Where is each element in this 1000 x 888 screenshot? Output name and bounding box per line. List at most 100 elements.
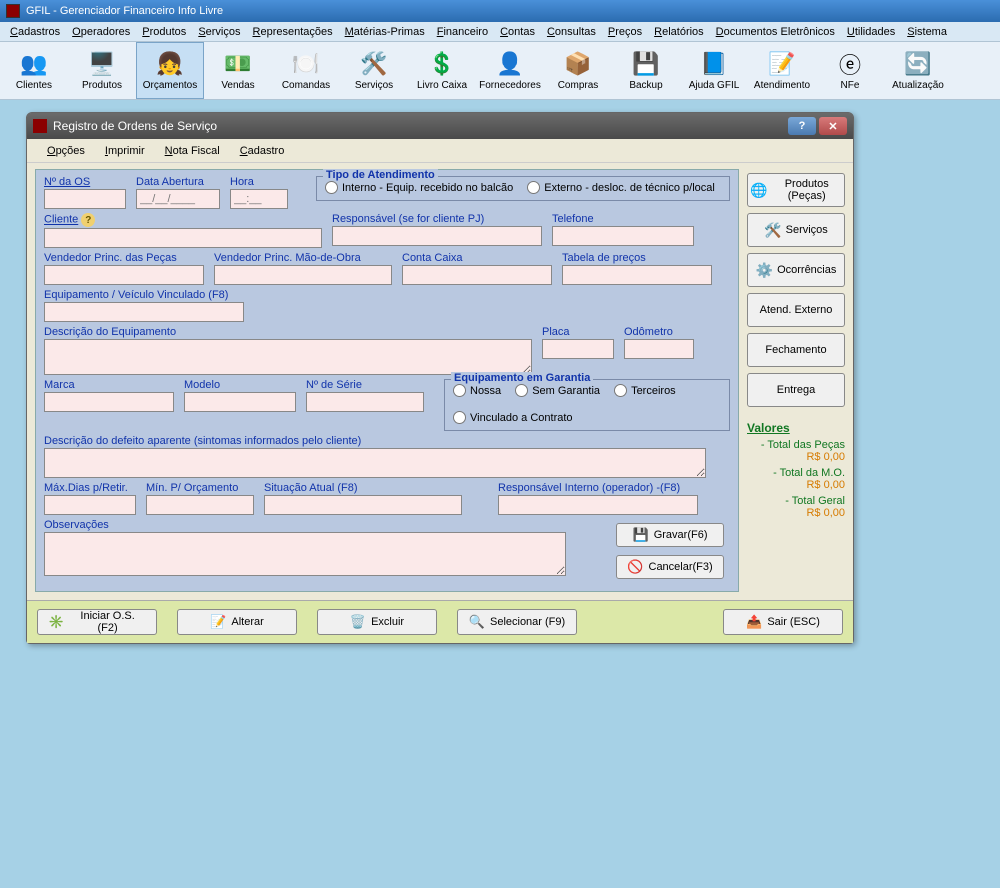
dlg-menu-op-es[interactable]: Opções <box>37 143 95 159</box>
resp-interno-input[interactable] <box>498 495 698 515</box>
toolbar-servi-os[interactable]: 🛠️Serviços <box>340 42 408 99</box>
edit-icon: 📝 <box>210 614 226 630</box>
marca-input[interactable] <box>44 392 174 412</box>
gravar-button[interactable]: 💾Gravar(F6) <box>616 523 724 547</box>
toolbar-icon: 🛠️ <box>358 50 390 78</box>
desc-equip-input[interactable] <box>44 339 532 375</box>
desc-defeito-input[interactable] <box>44 448 706 478</box>
toolbar-atendimento[interactable]: 📝Atendimento <box>748 42 816 99</box>
sair-button[interactable]: 📤Sair (ESC) <box>723 609 843 635</box>
modelo-input[interactable] <box>184 392 296 412</box>
cliente-input[interactable] <box>44 228 322 248</box>
num-os-input[interactable] <box>44 189 126 209</box>
radio-terceiros[interactable]: Terceiros <box>614 384 676 397</box>
min-orc-input[interactable] <box>146 495 254 515</box>
toolbar-clientes[interactable]: 👥Clientes <box>0 42 68 99</box>
dialog-close-button[interactable]: ✕ <box>819 117 847 135</box>
dialog-help-button[interactable]: ? <box>788 117 816 135</box>
selecionar-button[interactable]: 🔍Selecionar (F9) <box>457 609 577 635</box>
menu-pre-os[interactable]: Preços <box>602 24 648 40</box>
side-atend-externo-button[interactable]: Atend. Externo <box>747 293 845 327</box>
menu-mat-rias-primas[interactable]: Matérias-Primas <box>339 24 431 40</box>
toolbar-fornecedores[interactable]: 👤Fornecedores <box>476 42 544 99</box>
desktop-area: Registro de Ordens de Serviço ? ✕ Opções… <box>0 100 1000 888</box>
odometro-input[interactable] <box>624 339 694 359</box>
radio-nossa[interactable]: Nossa <box>453 384 501 397</box>
vend-pecas-input[interactable] <box>44 265 204 285</box>
responsavel-pj-input[interactable] <box>332 226 542 246</box>
menu-sistema[interactable]: Sistema <box>901 24 953 40</box>
dlg-menu-cadastro[interactable]: Cadastro <box>230 143 295 159</box>
vend-mo-input[interactable] <box>214 265 392 285</box>
dlg-menu-imprimir[interactable]: Imprimir <box>95 143 155 159</box>
exit-icon: 📤 <box>746 614 762 630</box>
menu-cadastros[interactable]: Cadastros <box>4 24 66 40</box>
trash-icon: 🗑️ <box>350 614 366 630</box>
radio-sem-garantia[interactable]: Sem Garantia <box>515 384 600 397</box>
menu-servi-os[interactable]: Serviços <box>192 24 246 40</box>
label-telefone: Telefone <box>552 213 694 225</box>
toolbar-icon: 👥 <box>18 50 50 78</box>
menu-contas[interactable]: Contas <box>494 24 541 40</box>
toolbar-livro-caixa[interactable]: 💲Livro Caixa <box>408 42 476 99</box>
radio-externo[interactable]: Externo - desloc. de técnico p/local <box>527 181 715 194</box>
label-situacao: Situação Atual (F8) <box>264 482 462 494</box>
conta-caixa-input[interactable] <box>402 265 552 285</box>
label-cliente[interactable]: Cliente <box>44 214 78 226</box>
toolbar-atualiza-o[interactable]: 🔄Atualização <box>884 42 952 99</box>
dlg-menu-nota-fiscal[interactable]: Nota Fiscal <box>155 143 230 159</box>
side-entrega-button[interactable]: Entrega <box>747 373 845 407</box>
toolbar-ajuda-gfil[interactable]: 📘Ajuda GFIL <box>680 42 748 99</box>
menu-documentos-eletr-nicos[interactable]: Documentos Eletrônicos <box>710 24 841 40</box>
menu-financeiro[interactable]: Financeiro <box>431 24 494 40</box>
val-pecas-label: - Total das Peças <box>761 439 845 451</box>
observacoes-input[interactable] <box>44 532 566 576</box>
toolbar-backup[interactable]: 💾Backup <box>612 42 680 99</box>
situacao-input[interactable] <box>264 495 462 515</box>
menu-relat-rios[interactable]: Relatórios <box>648 24 710 40</box>
label-num-os[interactable]: Nº da OS <box>44 176 90 188</box>
menu-representa-es[interactable]: Representações <box>247 24 339 40</box>
toolbar-comandas[interactable]: 🍽️Comandas <box>272 42 340 99</box>
equip-vinc-input[interactable] <box>44 302 244 322</box>
side-produtos-button[interactable]: 🌐Produtos (Peças) <box>747 173 845 207</box>
toolbar-nfe[interactable]: ⓔNFe <box>816 42 884 99</box>
hora-input[interactable] <box>230 189 288 209</box>
label-responsavel-pj: Responsável (se for cliente PJ) <box>332 213 542 225</box>
iniciar-os-button[interactable]: ✳️Iniciar O.S. (F2) <box>37 609 157 635</box>
max-dias-input[interactable] <box>44 495 136 515</box>
label-placa: Placa <box>542 326 614 338</box>
telefone-input[interactable] <box>552 226 694 246</box>
help-icon[interactable]: ? <box>81 213 95 227</box>
app-title: GFIL - Gerenciador Financeiro Info Livre <box>26 5 994 17</box>
placa-input[interactable] <box>542 339 614 359</box>
tabela-precos-input[interactable] <box>562 265 712 285</box>
label-equip-vinc: Equipamento / Veículo Vinculado (F8) <box>44 289 244 301</box>
side-servicos-button[interactable]: 🛠️Serviços <box>747 213 845 247</box>
num-serie-input[interactable] <box>306 392 424 412</box>
menu-operadores[interactable]: Operadores <box>66 24 136 40</box>
side-ocorrencias-button[interactable]: ⚙️Ocorrências <box>747 253 845 287</box>
toolbar-or-amentos[interactable]: 👧Orçamentos <box>136 42 204 99</box>
side-fechamento-button[interactable]: Fechamento <box>747 333 845 367</box>
toolbar-vendas[interactable]: 💵Vendas <box>204 42 272 99</box>
toolbar-compras[interactable]: 📦Compras <box>544 42 612 99</box>
menu-utilidades[interactable]: Utilidades <box>841 24 901 40</box>
cancelar-button[interactable]: 🚫Cancelar(F3) <box>616 555 724 579</box>
service-order-dialog: Registro de Ordens de Serviço ? ✕ Opções… <box>26 112 854 644</box>
label-data-abertura: Data Abertura <box>136 176 220 188</box>
dialog-icon <box>33 119 47 133</box>
radio-interno[interactable]: Interno - Equip. recebido no balcão <box>325 181 513 194</box>
radio-contrato[interactable]: Vinculado a Contrato <box>453 411 573 424</box>
alterar-button[interactable]: 📝Alterar <box>177 609 297 635</box>
tools-icon: 🛠️ <box>764 222 781 239</box>
label-observacoes: Observações <box>44 519 566 531</box>
menu-produtos[interactable]: Produtos <box>136 24 192 40</box>
tipo-atendimento-title: Tipo de Atendimento <box>323 169 438 181</box>
data-abertura-input[interactable] <box>136 189 220 209</box>
excluir-button[interactable]: 🗑️Excluir <box>317 609 437 635</box>
save-icon: 💾 <box>633 527 649 543</box>
label-conta-caixa: Conta Caixa <box>402 252 552 264</box>
toolbar-produtos[interactable]: 🖥️Produtos <box>68 42 136 99</box>
menu-consultas[interactable]: Consultas <box>541 24 602 40</box>
